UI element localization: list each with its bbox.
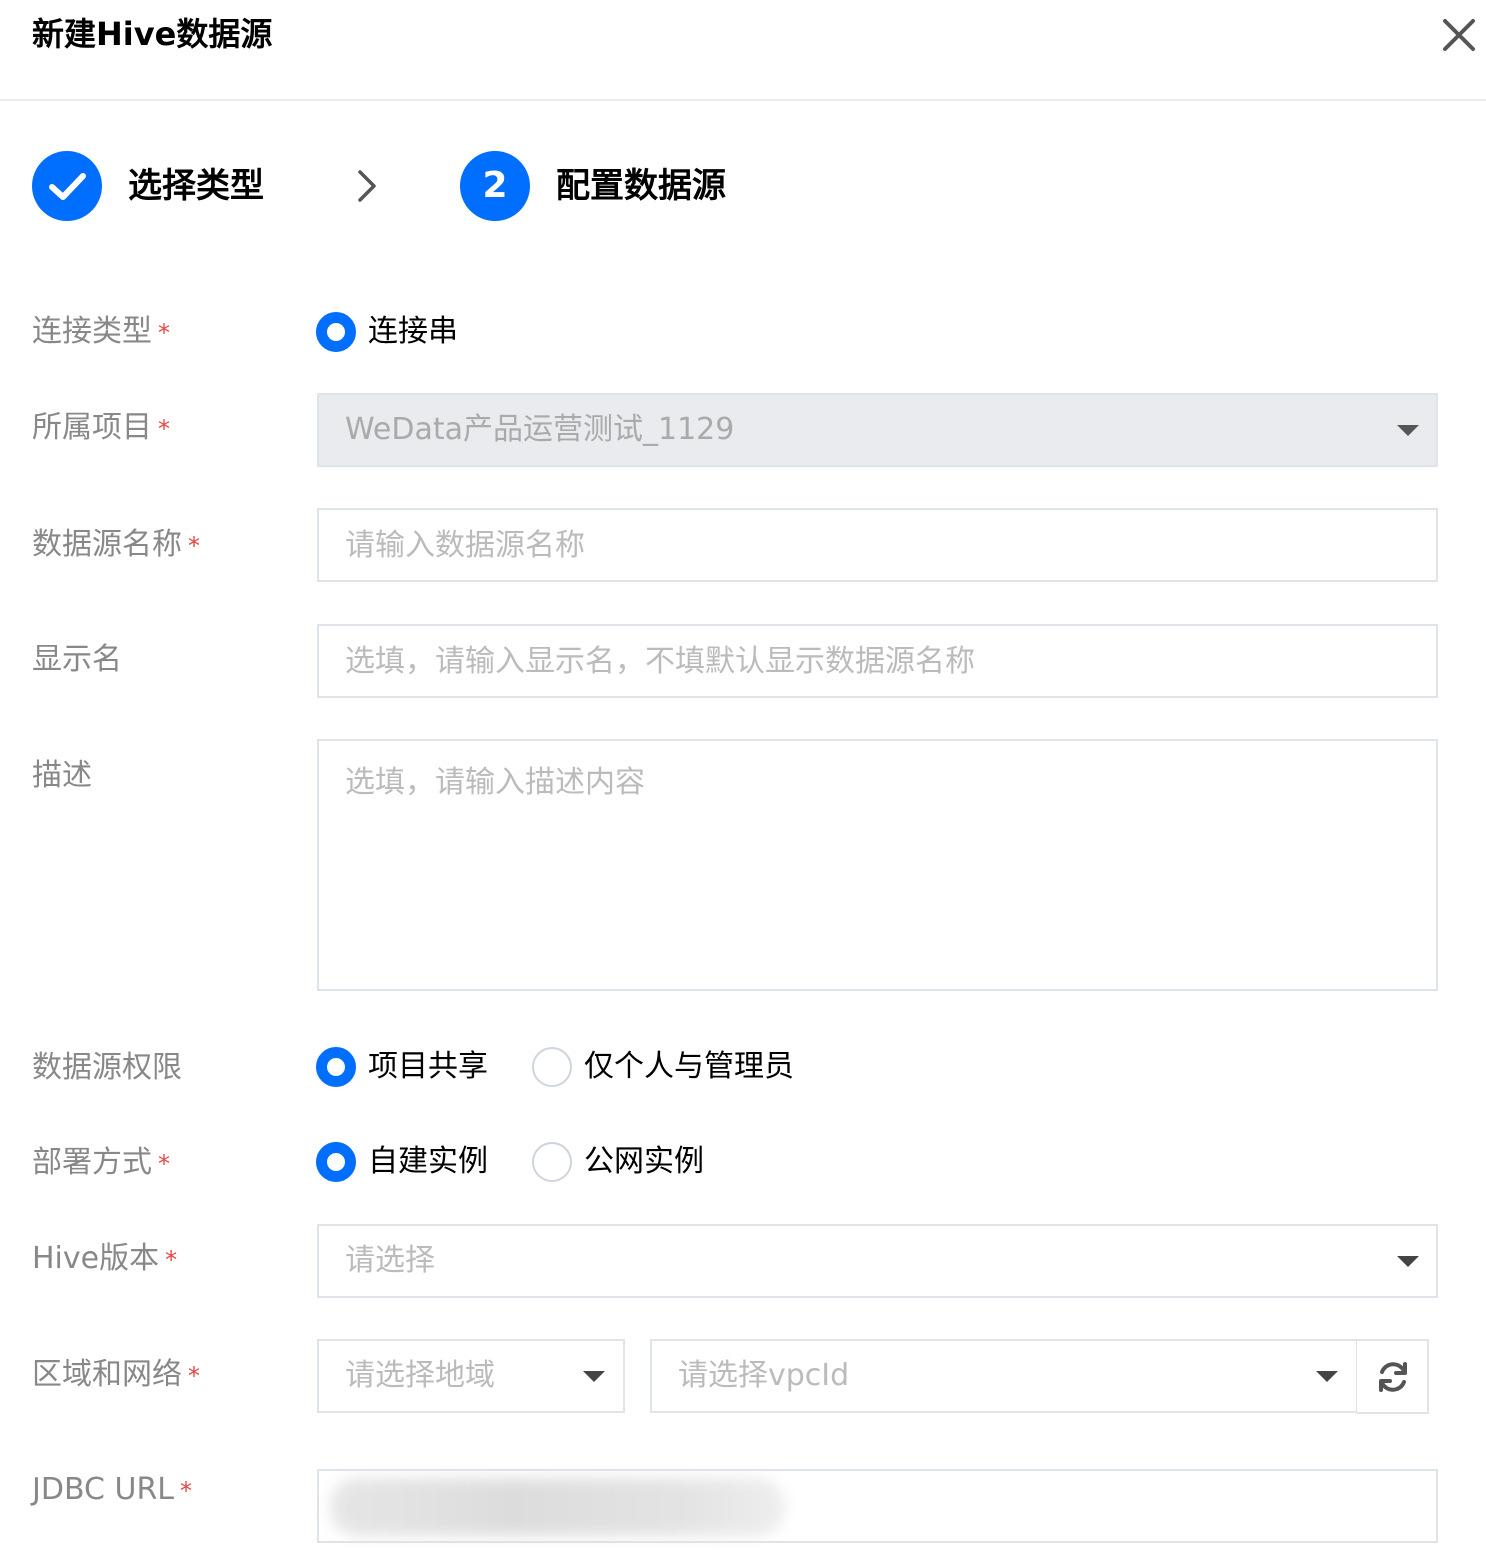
jdbc-url-blurred-value [330,1478,785,1536]
project-select-value: WeData产品运营测试_1129 [345,412,735,447]
datasource-name-field[interactable] [317,508,1438,582]
radio-dot [532,1142,572,1182]
hive-version-label: Hive版本 * [32,1241,178,1276]
description-textarea[interactable] [319,741,1436,989]
hive-version-select[interactable]: 请选择 [317,1224,1438,1298]
close-icon[interactable] [1438,14,1480,56]
radio-dot [316,1047,356,1087]
radio-personal-admin[interactable]: 仅个人与管理员 [532,1045,794,1089]
description-label: 描述 [32,758,92,793]
connection-type-label: 连接类型 * [32,314,170,349]
display-name-field[interactable] [317,624,1438,698]
chevron-down-icon [1316,1371,1338,1382]
chevron-down-icon [1397,1256,1419,1267]
jdbc-url-label: JDBC URL * [32,1472,193,1507]
radio-connection-string[interactable]: 连接串 [316,310,458,354]
datasource-name-input[interactable] [319,510,1436,580]
radio-public-instance[interactable]: 公网实例 [532,1140,704,1184]
radio-dot [316,1142,356,1182]
radio-dot [316,312,356,352]
display-name-label: 显示名 [32,642,122,677]
permission-label: 数据源权限 [32,1050,182,1085]
radio-label: 仅个人与管理员 [584,1049,794,1084]
project-label: 所属项目 * [32,410,170,445]
radio-label: 自建实例 [368,1144,488,1179]
refresh-button[interactable] [1357,1339,1429,1414]
radio-label: 项目共享 [368,1049,488,1084]
required-mark: * [188,531,200,560]
region-network-label: 区域和网络 * [32,1357,200,1392]
radio-project-shared[interactable]: 项目共享 [316,1045,488,1089]
step-select-type-label: 选择类型 [128,166,264,206]
radio-label: 连接串 [368,314,458,349]
required-mark: * [158,414,170,443]
required-mark: * [180,1476,193,1505]
project-select[interactable]: WeData产品运营测试_1129 [317,393,1438,467]
vpc-placeholder: 请选择vpcId [678,1358,850,1393]
dialog-title: 新建Hive数据源 [32,15,273,53]
radio-label: 公网实例 [584,1144,704,1179]
radio-dot [532,1047,572,1087]
region-placeholder: 请选择地域 [345,1358,495,1393]
step-number-badge: 2 [460,151,530,221]
chevron-down-icon [1397,425,1419,436]
vpc-select[interactable]: 请选择vpcId [650,1339,1358,1413]
required-mark: * [158,1149,170,1178]
region-select[interactable]: 请选择地域 [317,1339,625,1413]
chevron-right-icon [352,166,382,206]
refresh-icon [1374,1358,1412,1400]
chevron-down-icon [583,1371,605,1382]
hive-version-placeholder: 请选择 [345,1243,435,1278]
deployment-label: 部署方式 * [32,1145,170,1180]
check-icon [32,151,102,221]
display-name-input[interactable] [319,626,1436,696]
description-field[interactable] [317,739,1438,991]
required-mark: * [165,1245,178,1274]
radio-self-built[interactable]: 自建实例 [316,1140,488,1184]
required-mark: * [188,1361,200,1390]
datasource-name-label: 数据源名称 * [32,527,200,562]
dialog-header: 新建Hive数据源 [0,0,1486,101]
required-mark: * [158,318,170,347]
step-configure-label: 配置数据源 [556,166,726,206]
